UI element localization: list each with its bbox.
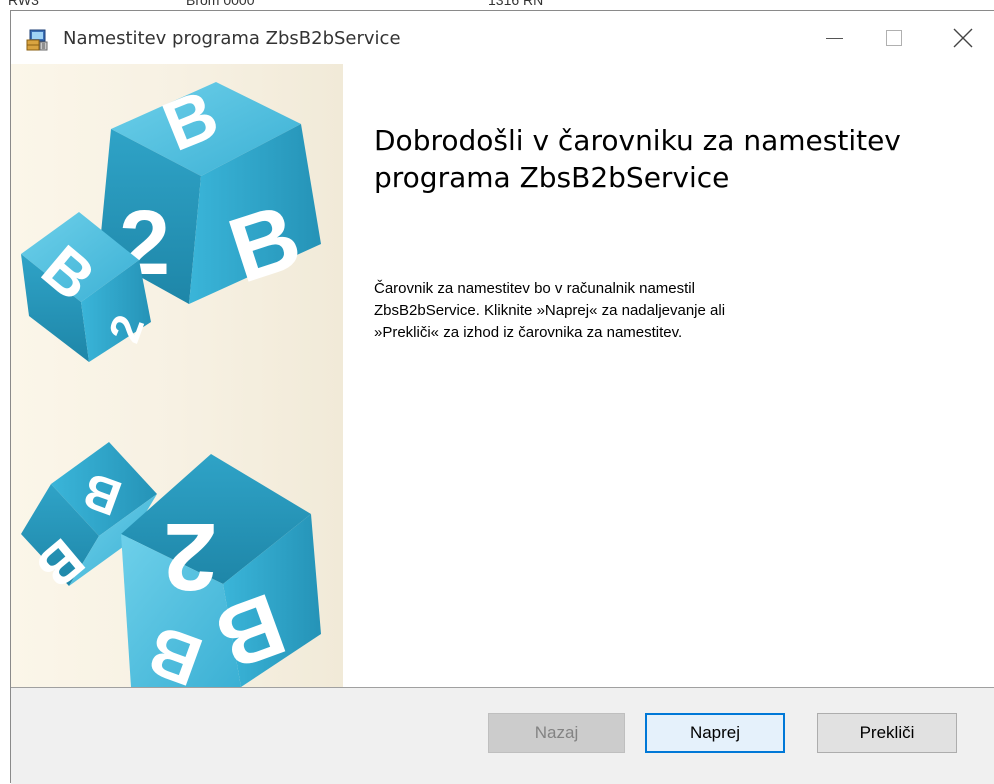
maximize-button[interactable] (864, 13, 924, 63)
cancel-button[interactable]: Prekliči (817, 713, 957, 753)
next-button[interactable]: Naprej (645, 713, 785, 753)
back-button[interactable]: Nazaj (488, 713, 625, 753)
b2b-cubes-banner: B 2 B B 2 B B 2 B B (11, 64, 343, 687)
welcome-description-line: Čarovnik za namestitev bo v računalnik n… (374, 280, 695, 297)
background-text-fragment: Brom 0000 (186, 0, 255, 8)
welcome-heading-line: programa ZbsB2bService (374, 161, 730, 194)
maximize-icon (886, 30, 902, 46)
welcome-description: Čarovnik za namestitev bo v računalnik n… (374, 278, 934, 344)
cube-letter: 2 (164, 503, 217, 610)
close-icon (953, 28, 973, 48)
b2b-cubes-illustration: B 2 B B 2 B B 2 B B (21, 75, 321, 687)
minimize-button[interactable] (804, 13, 864, 63)
welcome-heading-line: Dobrodošli v čarovniku za namestitev (374, 124, 901, 157)
welcome-description-line: ZbsB2bService. Kliknite »Naprej« za nada… (374, 302, 726, 319)
close-button[interactable] (933, 13, 993, 63)
welcome-content: Dobrodošli v čarovniku za namestitev pro… (343, 64, 994, 687)
installer-icon (26, 29, 48, 51)
welcome-heading: Dobrodošli v čarovniku za namestitev pro… (374, 122, 974, 196)
background-text-fragment: 1316 RN (488, 0, 544, 8)
background-text-fragment: RW3 (8, 0, 39, 8)
minimize-icon (825, 37, 843, 39)
background-window-strip: RW3 Brom 0000 1316 RN (0, 0, 994, 10)
window-title: Namestitev programa ZbsB2bService (63, 28, 401, 49)
title-bar[interactable]: Namestitev programa ZbsB2bService (11, 11, 994, 64)
welcome-description-line: »Prekliči« za izhod iz čarovnika za name… (374, 324, 683, 341)
installer-window: Namestitev programa ZbsB2bService B 2 B … (10, 10, 994, 784)
wizard-footer: Nazaj Naprej Prekliči (11, 688, 994, 784)
